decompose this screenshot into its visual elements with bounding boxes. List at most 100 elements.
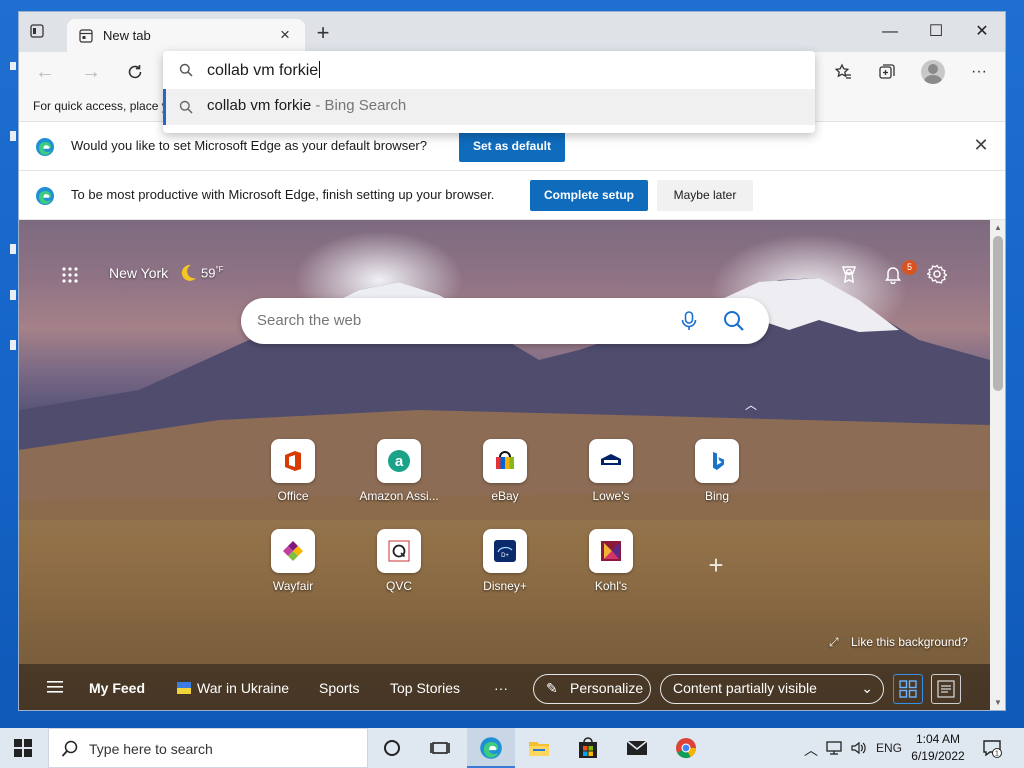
set-as-default-button[interactable]: Set as default (459, 131, 565, 162)
taskbar-search-box[interactable]: Type here to search (48, 728, 368, 768)
like-background-link[interactable]: ⤢ Like this background? (829, 635, 968, 650)
windows-start-icon[interactable] (14, 739, 32, 757)
maybe-later-button[interactable]: Maybe later (657, 180, 753, 211)
edge-logo-icon (35, 137, 55, 157)
tile-label: Kohl's (594, 579, 628, 593)
search-suggestion[interactable]: collab vm forkie - Bing Search (163, 89, 815, 125)
quick-link-tile[interactable]: Lowe's (566, 439, 656, 519)
clock-time: 1:04 AM (915, 732, 961, 746)
grid-view-icon[interactable] (893, 674, 923, 704)
back-icon[interactable]: ← (31, 60, 59, 84)
quick-link-tile[interactable]: Bing (672, 439, 762, 519)
weather-city[interactable]: New York (109, 265, 168, 281)
refresh-icon[interactable] (121, 60, 149, 84)
favorites-bar-hint: For quick access, place y (33, 99, 168, 113)
default-browser-message: Would you like to set Microsoft Edge as … (71, 138, 427, 153)
feed-bar: My Feed War in Ukraine Sports Top Storie… (19, 664, 990, 710)
rewards-icon[interactable] (839, 264, 861, 286)
profile-avatar[interactable] (921, 60, 945, 84)
quick-link-tile[interactable]: Kohl's (566, 529, 656, 609)
search-icon (179, 100, 193, 114)
task-view-icon[interactable] (428, 736, 452, 760)
volume-icon[interactable] (850, 740, 866, 759)
more-tabs-icon[interactable]: ··· (494, 680, 508, 696)
settings-gear-icon[interactable] (925, 264, 949, 286)
tab-actions-icon[interactable] (29, 23, 53, 43)
scroll-down-icon[interactable]: ▼ (994, 698, 1002, 707)
address-bar[interactable]: collab vm forkie (163, 51, 815, 89)
clock-date: 6/19/2022 (911, 749, 965, 763)
quick-link-tile[interactable]: eBay (460, 439, 550, 519)
scroll-up-icon[interactable]: ▲ (994, 223, 1002, 232)
web-search-box[interactable]: Search the web (241, 298, 769, 344)
search-icon[interactable] (723, 310, 745, 332)
forward-icon[interactable]: → (77, 60, 105, 84)
close-button[interactable]: ✕ (959, 18, 1005, 46)
quick-link-tile[interactable]: Office (248, 439, 338, 519)
cortana-icon[interactable] (380, 736, 404, 760)
add-site-icon[interactable]: + (705, 552, 727, 578)
minimize-button[interactable]: — (867, 18, 913, 46)
menu-hamburger-icon[interactable] (47, 681, 63, 693)
collections-icon[interactable] (873, 60, 901, 84)
edge-logo-icon (35, 186, 55, 206)
tab-top-stories[interactable]: Top Stories (390, 680, 460, 696)
tile-label: Lowe's (592, 489, 630, 503)
tab-war-in-ukraine[interactable]: War in Ukraine (177, 680, 289, 696)
collapse-tiles-icon[interactable]: ︿ (744, 396, 758, 412)
list-view-icon[interactable] (931, 674, 961, 704)
ukraine-flag-icon (177, 682, 191, 694)
scrollbar-thumb[interactable] (993, 236, 1003, 391)
file-explorer-icon[interactable] (527, 736, 551, 760)
more-options-icon[interactable]: ··· (965, 60, 993, 84)
search-icon (179, 63, 193, 77)
title-bar: New tab × + — ☐ ✕ (19, 12, 1005, 53)
quick-link-tile[interactable]: QVC (354, 529, 444, 609)
page-scrollbar[interactable]: ▲ ▼ (990, 220, 1005, 710)
chrome-icon[interactable] (674, 736, 698, 760)
qvc-icon (377, 529, 421, 573)
new-tab-button[interactable]: + (313, 22, 333, 44)
taskbar-search-input[interactable]: Type here to search (89, 741, 213, 757)
weather-temp[interactable]: 59°F (201, 265, 224, 280)
new-tab-page-icon (79, 29, 93, 43)
personalize-button[interactable]: ✎ Personalize (533, 674, 651, 704)
maximize-button[interactable]: ☐ (913, 18, 959, 46)
svg-text:1: 1 (995, 751, 999, 758)
search-icon (61, 740, 79, 758)
edge-taskbar-icon[interactable] (479, 736, 503, 760)
web-search-input[interactable]: Search the web (257, 312, 361, 329)
ebay-icon (483, 439, 527, 483)
favorites-icon[interactable] (829, 60, 857, 84)
address-bar-dropdown: collab vm forkie collab vm forkie - Bing… (163, 51, 815, 133)
complete-setup-button[interactable]: Complete setup (530, 180, 648, 211)
tab-new-tab[interactable]: New tab × (67, 19, 305, 53)
disney-icon: D+ (483, 529, 527, 573)
tile-label: eBay (491, 489, 519, 503)
mail-icon[interactable] (625, 736, 649, 760)
show-hidden-icons[interactable]: ︿ (804, 740, 818, 760)
tab-close-icon[interactable]: × (275, 25, 295, 45)
language-indicator[interactable]: ENG (876, 741, 902, 755)
microphone-icon[interactable] (679, 310, 699, 332)
tab-my-feed[interactable]: My Feed (89, 680, 145, 696)
microsoft-store-icon[interactable] (576, 736, 600, 760)
kohls-icon (589, 529, 633, 573)
quick-link-tile[interactable]: D+ Disney+ (460, 529, 550, 609)
pencil-icon: ✎ (546, 680, 558, 696)
network-icon[interactable] (826, 740, 842, 759)
apps-grid-icon[interactable] (61, 266, 79, 284)
tab-sports[interactable]: Sports (319, 680, 359, 696)
quick-link-tile[interactable]: Wayfair (248, 529, 338, 609)
taskbar: Type here to search ︿ ENG 1:04 AM 6/19/2… (0, 728, 1024, 768)
clock[interactable]: 1:04 AM 6/19/2022 (910, 731, 966, 765)
suggestion-query: collab vm forkie (207, 97, 312, 114)
setup-message: To be most productive with Microsoft Edg… (71, 187, 495, 202)
lowes-icon (589, 439, 633, 483)
quick-link-tile[interactable]: a Amazon Assi... (354, 439, 444, 519)
dismiss-infobar-icon[interactable]: ✕ (971, 135, 991, 155)
content-visibility-dropdown[interactable]: Content partially visible ⌄ (660, 674, 884, 704)
edge-window: New tab × + — ☐ ✕ ← → ··· For quick acce… (18, 11, 1006, 711)
action-center-icon[interactable]: 1 (982, 738, 1002, 761)
address-input[interactable]: collab vm forkie (207, 61, 321, 80)
